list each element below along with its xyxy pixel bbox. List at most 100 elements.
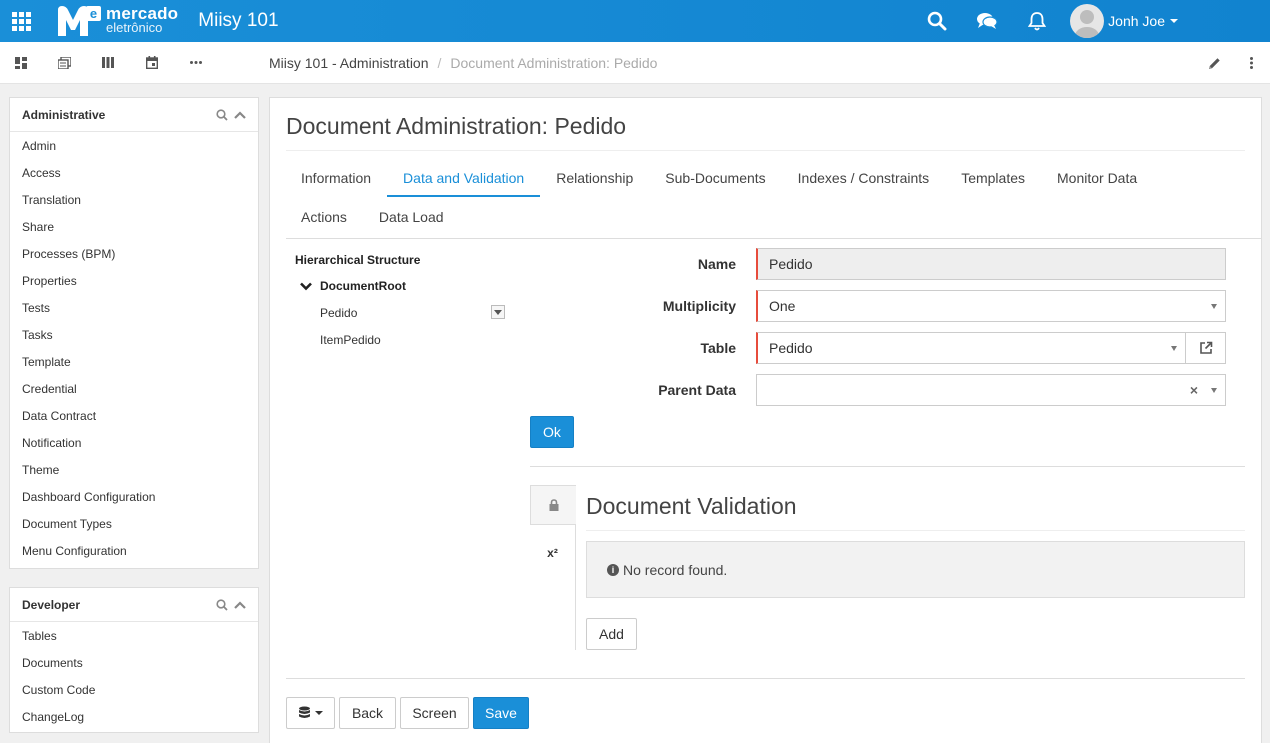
- external-link-icon: [1199, 341, 1212, 354]
- sidebar-item-theme[interactable]: Theme: [10, 457, 258, 484]
- chevron-up-icon[interactable]: [234, 600, 246, 609]
- sidebar-item-dashboard-configuration[interactable]: Dashboard Configuration: [10, 484, 258, 511]
- caret-down-icon: [1170, 19, 1178, 23]
- sidebar-item-processes[interactable]: Processes (BPM): [10, 241, 258, 268]
- chevron-up-icon[interactable]: [234, 110, 246, 119]
- sidebar-item-credential[interactable]: Credential: [10, 376, 258, 403]
- name-field[interactable]: Pedido: [756, 248, 1226, 280]
- bottom-divider: [286, 678, 1245, 679]
- pencil-icon[interactable]: [1196, 57, 1233, 70]
- bell-icon[interactable]: [1012, 11, 1062, 31]
- sidebar-item-menu-configuration[interactable]: Menu Configuration: [10, 538, 258, 565]
- tree-node-itempedido[interactable]: ItemPedido: [320, 333, 420, 347]
- parent-data-select[interactable]: ×: [756, 374, 1226, 406]
- document-validation-title: Document Validation: [586, 493, 797, 519]
- screen-button[interactable]: Screen: [400, 697, 469, 729]
- tab-monitor-data[interactable]: Monitor Data: [1041, 158, 1153, 197]
- sidebar-item-documents[interactable]: Documents: [10, 650, 258, 677]
- search-icon[interactable]: [216, 108, 228, 121]
- app-title[interactable]: Miisy 101: [198, 10, 278, 32]
- sidebar-item-share[interactable]: Share: [10, 214, 258, 241]
- columns-icon[interactable]: [86, 57, 130, 68]
- sidebar-item-tasks[interactable]: Tasks: [10, 322, 258, 349]
- lock-icon: [549, 499, 558, 511]
- name-row: Name Pedido: [530, 248, 1246, 280]
- logo-line-1: mercado: [106, 4, 179, 23]
- tab-lock[interactable]: [530, 485, 576, 525]
- tabs-divider: [286, 238, 1261, 239]
- tab-sub-documents[interactable]: Sub-Documents: [649, 158, 781, 197]
- tree-root-label: DocumentRoot: [320, 279, 406, 293]
- tab-information[interactable]: Information: [286, 158, 387, 197]
- info-icon: i: [607, 563, 619, 576]
- panel-title-administrative: Administrative: [22, 107, 106, 122]
- back-button[interactable]: Back: [339, 697, 396, 729]
- user-menu[interactable]: Jonh Joe: [1070, 4, 1178, 38]
- title-divider: [286, 150, 1245, 151]
- multiplicity-select[interactable]: One: [756, 290, 1226, 322]
- apps-grid-icon[interactable]: [0, 0, 42, 42]
- save-button[interactable]: Save: [473, 697, 529, 729]
- name-label: Name: [697, 256, 736, 272]
- calendar-icon[interactable]: [130, 56, 174, 69]
- sidebar-item-admin[interactable]: Admin: [10, 133, 258, 160]
- logo[interactable]: e mercado eletrônico: [56, 4, 178, 38]
- sidebar-item-changelog[interactable]: ChangeLog: [10, 704, 258, 731]
- ok-button[interactable]: Ok: [530, 416, 574, 448]
- tab-indexes-constraints[interactable]: Indexes / Constraints: [782, 158, 946, 197]
- chat-icon[interactable]: [962, 12, 1012, 30]
- bottom-action-bar: Back Screen Save: [286, 697, 529, 729]
- breadcrumb: Miisy 101 - Administration / Document Ad…: [269, 42, 657, 84]
- table-row: Table Pedido: [530, 332, 1246, 364]
- parent-data-label: Parent Data: [658, 382, 736, 398]
- sidebar-item-data-contract[interactable]: Data Contract: [10, 403, 258, 430]
- search-icon[interactable]: [912, 11, 962, 31]
- tab-relationship[interactable]: Relationship: [540, 158, 649, 197]
- tab-templates[interactable]: Templates: [945, 158, 1041, 197]
- page-title: Document Administration: Pedido: [286, 113, 627, 139]
- sidebar-item-notification[interactable]: Notification: [10, 430, 258, 457]
- tab-data-and-validation[interactable]: Data and Validation: [387, 158, 541, 197]
- breadcrumb-parent[interactable]: Miisy 101 - Administration: [269, 55, 429, 71]
- tree-node-label: ItemPedido: [320, 333, 381, 347]
- tree-root-node[interactable]: DocumentRoot: [295, 279, 420, 293]
- open-table-button[interactable]: [1186, 332, 1226, 364]
- sidebar-item-properties[interactable]: Properties: [10, 268, 258, 295]
- sidebar-item-document-types[interactable]: Document Types: [10, 511, 258, 538]
- top-bar: e mercado eletrônico Miisy 101 Jonh Joe: [0, 0, 1270, 42]
- logo-letter: e: [90, 6, 97, 21]
- tab-superscript[interactable]: x²: [530, 533, 575, 573]
- tab-actions[interactable]: Actions: [286, 197, 363, 236]
- name-value: Pedido: [769, 256, 813, 272]
- chevron-down-icon[interactable]: [300, 282, 312, 291]
- sidebar-item-tables[interactable]: Tables: [10, 623, 258, 650]
- clear-icon[interactable]: ×: [1190, 382, 1198, 398]
- caret-down-icon: [1171, 346, 1177, 351]
- tab-data-load[interactable]: Data Load: [363, 197, 460, 236]
- sidebar-item-custom-code[interactable]: Custom Code: [10, 677, 258, 704]
- node-dropdown-button[interactable]: [491, 305, 505, 319]
- multiplicity-row: Multiplicity One: [530, 290, 1246, 322]
- caret-down-icon: [315, 711, 323, 715]
- sidebar-item-tests[interactable]: Tests: [10, 295, 258, 322]
- sidebar-item-translation[interactable]: Translation: [10, 187, 258, 214]
- more-vertical-icon[interactable]: [1233, 57, 1270, 69]
- documents-icon[interactable]: [42, 56, 86, 69]
- dashboard-icon[interactable]: [0, 56, 42, 69]
- section-divider: [530, 466, 1245, 467]
- more-horizontal-icon[interactable]: [174, 61, 218, 64]
- database-menu-button[interactable]: [286, 697, 335, 729]
- caret-down-icon: [1211, 388, 1217, 393]
- empty-state: i No record found.: [586, 541, 1245, 598]
- add-button[interactable]: Add: [586, 618, 637, 650]
- tree-node-pedido[interactable]: Pedido: [320, 305, 505, 320]
- logo-line-2: eletrônico: [106, 20, 163, 35]
- search-icon[interactable]: [216, 598, 228, 611]
- parent-data-row: Parent Data ×: [530, 374, 1246, 406]
- empty-message: No record found.: [623, 561, 728, 578]
- sidebar-item-access[interactable]: Access: [10, 160, 258, 187]
- validation-side-tabs: x²: [530, 485, 576, 650]
- sidebar-item-template[interactable]: Template: [10, 349, 258, 376]
- developer-panel: Developer Tables Documents Custom Code C…: [9, 587, 259, 733]
- table-select[interactable]: Pedido: [756, 332, 1186, 364]
